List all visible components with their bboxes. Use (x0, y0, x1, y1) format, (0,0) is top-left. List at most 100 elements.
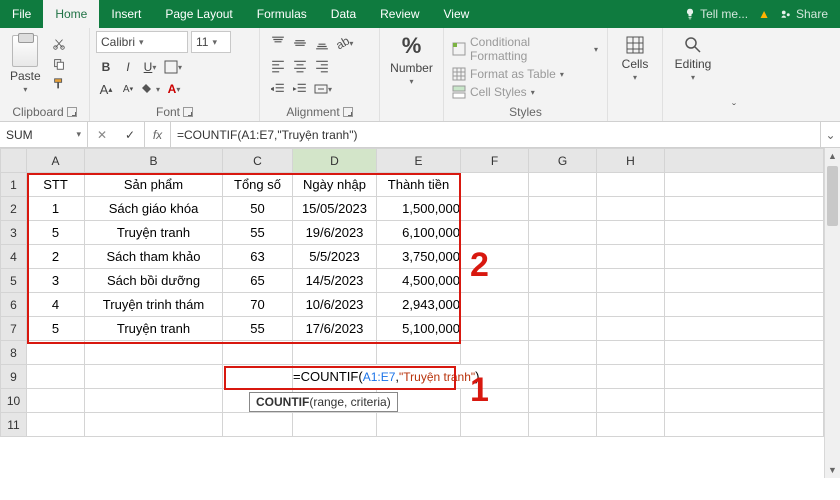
cell[interactable] (597, 413, 665, 437)
alignment-launcher[interactable] (343, 107, 353, 117)
row-header[interactable]: 6 (1, 293, 27, 317)
row-header[interactable]: 7 (1, 317, 27, 341)
cell[interactable] (27, 389, 85, 413)
decrease-indent-button[interactable] (268, 79, 288, 99)
cell[interactable] (529, 389, 597, 413)
cell[interactable] (85, 341, 223, 365)
col-header-g[interactable]: G (529, 149, 597, 173)
cell[interactable]: Sách bồi dưỡng (85, 269, 223, 293)
cell[interactable] (597, 269, 665, 293)
cell[interactable] (377, 341, 461, 365)
tab-formulas[interactable]: Formulas (245, 0, 319, 28)
cell[interactable] (85, 413, 223, 437)
cell[interactable]: Sách giáo khóa (85, 197, 223, 221)
cell[interactable]: Truyện tranh (85, 221, 223, 245)
col-header-h[interactable]: H (597, 149, 665, 173)
font-name-combo[interactable]: Calibri▾ (96, 31, 188, 53)
fx-button[interactable]: fx (145, 122, 171, 147)
format-painter-button[interactable] (49, 75, 69, 93)
align-bottom-button[interactable] (312, 33, 332, 53)
cell[interactable]: 6,100,000 (377, 221, 461, 245)
confirm-formula-button[interactable]: ✓ (116, 128, 144, 142)
cell[interactable] (223, 341, 293, 365)
cell[interactable] (529, 365, 597, 389)
cell[interactable] (529, 197, 597, 221)
expand-formula-bar[interactable]: ⌄ (820, 122, 840, 147)
orientation-button[interactable]: ab▾ (334, 33, 355, 53)
copy-button[interactable] (49, 55, 69, 73)
cell[interactable]: 3 (27, 269, 85, 293)
cell[interactable] (529, 245, 597, 269)
cell[interactable]: 5/5/2023 (293, 245, 377, 269)
cell[interactable] (597, 293, 665, 317)
tab-view[interactable]: View (432, 0, 482, 28)
formula-input[interactable]: =COUNTIF(A1:E7,"Truyện tranh") (171, 122, 820, 147)
cell[interactable] (529, 293, 597, 317)
cell[interactable] (597, 197, 665, 221)
cell[interactable]: 10/6/2023 (293, 293, 377, 317)
cell[interactable]: 55 (223, 221, 293, 245)
cell[interactable] (529, 413, 597, 437)
number-format-button[interactable]: % Number ▾ (386, 31, 437, 88)
cell[interactable] (529, 341, 597, 365)
cell[interactable] (597, 173, 665, 197)
bold-button[interactable]: B (96, 57, 116, 77)
scroll-up-button[interactable]: ▲ (825, 148, 840, 164)
cell[interactable]: 65 (223, 269, 293, 293)
grid[interactable]: A B C D E F G H 1STTSản phẩmTổng sốNgày … (0, 148, 824, 437)
cancel-formula-button[interactable]: ✕ (88, 128, 116, 142)
cell[interactable]: 2,943,000 (377, 293, 461, 317)
tab-file[interactable]: File (0, 0, 43, 28)
row-header[interactable]: 4 (1, 245, 27, 269)
cell[interactable]: 1,500,000 (377, 197, 461, 221)
font-size-combo[interactable]: 11▾ (191, 31, 231, 53)
cell[interactable]: STT (27, 173, 85, 197)
cell[interactable]: 5 (27, 317, 85, 341)
cell[interactable] (223, 413, 293, 437)
row-header[interactable]: 1 (1, 173, 27, 197)
cell[interactable] (597, 245, 665, 269)
cell[interactable] (665, 365, 824, 389)
cell[interactable]: 17/6/2023 (293, 317, 377, 341)
cell[interactable]: 15/05/2023 (293, 197, 377, 221)
row-header[interactable]: 10 (1, 389, 27, 413)
cell[interactable] (665, 413, 824, 437)
cell[interactable] (597, 341, 665, 365)
cell[interactable] (529, 221, 597, 245)
cell[interactable] (665, 317, 824, 341)
cell[interactable] (27, 341, 85, 365)
cell[interactable] (665, 221, 824, 245)
row-header[interactable]: 8 (1, 341, 27, 365)
cell[interactable] (597, 317, 665, 341)
cell[interactable] (293, 413, 377, 437)
align-top-button[interactable] (268, 33, 288, 53)
row-header[interactable]: 11 (1, 413, 27, 437)
cell[interactable] (529, 269, 597, 293)
cell[interactable]: Sản phẩm (85, 173, 223, 197)
cell[interactable]: Truyện tranh (85, 317, 223, 341)
align-middle-button[interactable] (290, 33, 310, 53)
cut-button[interactable] (49, 35, 69, 53)
cell[interactable] (85, 389, 223, 413)
cell[interactable] (461, 269, 529, 293)
italic-button[interactable]: I (118, 57, 138, 77)
tell-me[interactable]: Tell me... (684, 7, 748, 21)
share-button[interactable]: Share (780, 7, 828, 21)
cell[interactable] (461, 341, 529, 365)
row-header[interactable]: 3 (1, 221, 27, 245)
cell[interactable]: 4 (27, 293, 85, 317)
cell[interactable]: Ngày nhập (293, 173, 377, 197)
cell[interactable] (665, 245, 824, 269)
cell[interactable] (665, 341, 824, 365)
cell[interactable]: Thành tiền (377, 173, 461, 197)
collapse-ribbon-button[interactable]: ˇ (723, 28, 745, 121)
cell[interactable] (529, 317, 597, 341)
cell[interactable] (665, 389, 824, 413)
cell[interactable] (461, 245, 529, 269)
cell[interactable] (461, 389, 529, 413)
cell[interactable] (597, 389, 665, 413)
cell[interactable] (461, 317, 529, 341)
cell[interactable]: 1 (27, 197, 85, 221)
align-right-button[interactable] (312, 56, 332, 76)
cell[interactable]: 50 (223, 197, 293, 221)
